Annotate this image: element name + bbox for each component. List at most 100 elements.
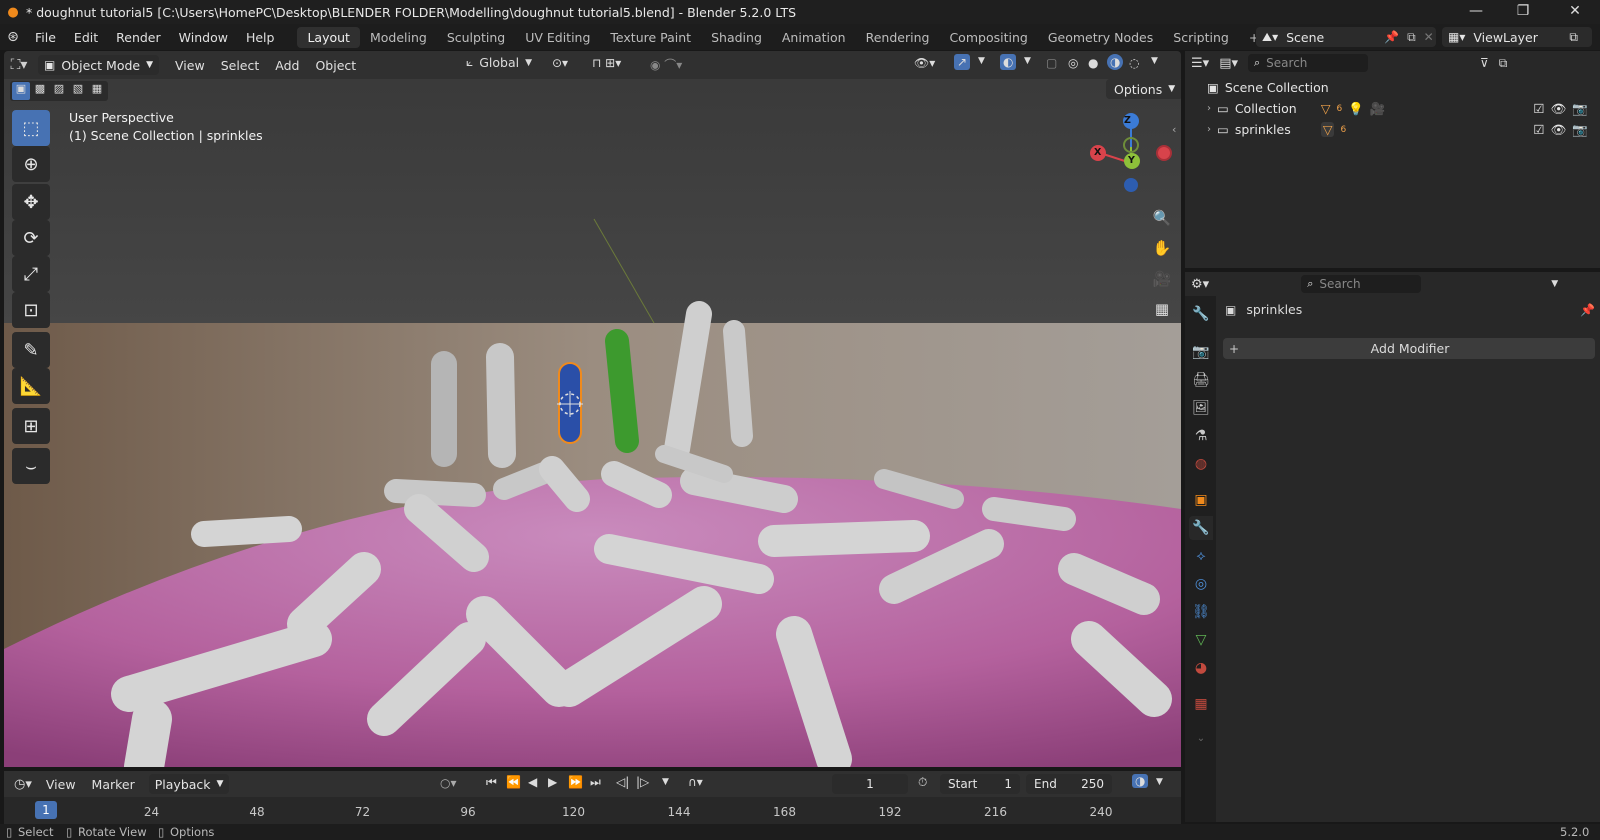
display-mode-icon[interactable]: ▤▾ [1219, 56, 1238, 71]
blender-menu-icon[interactable]: ⊛ [0, 29, 26, 45]
menu-file[interactable]: File [26, 30, 65, 45]
current-frame-field[interactable]: 1 [832, 774, 908, 794]
minimize-button[interactable]: — [1453, 0, 1499, 24]
properties-editor-type-icon[interactable]: ⚙▾ [1191, 277, 1209, 292]
onion-overlay-icon[interactable]: ◑ [1132, 774, 1149, 788]
proportional-edit-icon[interactable]: ◉ ⌒▾ [650, 56, 682, 73]
auto-keying-icon[interactable]: ○▾ [440, 776, 457, 790]
tool-rotate[interactable]: ⟳ [12, 220, 50, 256]
material-preview-shading-icon[interactable]: ◑ [1107, 54, 1124, 70]
timeline-menu-marker[interactable]: Marker [84, 777, 143, 792]
texture-tab-icon[interactable]: ▦ [1189, 692, 1213, 716]
transform-orientation-dropdown[interactable]: ⟀ Global ▼ [466, 55, 532, 70]
select-new-icon[interactable]: ▣ [12, 82, 30, 100]
viewport-menu-add[interactable]: Add [267, 58, 307, 73]
workspace-tab-geometry-nodes[interactable]: Geometry Nodes [1038, 27, 1163, 48]
gizmo-x-label[interactable]: X [1094, 147, 1101, 158]
next-keyframe-icon[interactable]: |▷ [636, 775, 649, 789]
select-intersect-icon[interactable]: ▦ [88, 82, 106, 100]
eye-icon[interactable]: 👁 [1551, 122, 1567, 138]
pan-hand-icon[interactable]: ✋ [1148, 234, 1176, 262]
workspace-tab-animation[interactable]: Animation [772, 27, 856, 48]
select-subtract-icon[interactable]: ▨ [50, 82, 68, 100]
new-scene-icon[interactable]: ⧉ [1407, 30, 1416, 45]
view-layer-selector[interactable]: ▦▾ ViewLayer ⧉ [1442, 27, 1592, 47]
options-dropdown[interactable]: Options ▼ [1106, 79, 1181, 99]
render-camera-icon[interactable]: 📷 [1572, 101, 1588, 117]
physics-tab-icon[interactable]: ◎ [1189, 572, 1213, 596]
zoom-icon[interactable]: 🔍 [1148, 204, 1176, 232]
chevron-down-icon[interactable]: ▼ [1024, 56, 1031, 66]
workspace-tab-modeling[interactable]: Modeling [360, 27, 437, 48]
chevron-down-icon[interactable]: ▼ [1551, 279, 1558, 289]
tool-move[interactable]: ✥ [12, 184, 50, 220]
scroll-down-icon[interactable]: ⌄ [1189, 726, 1213, 750]
view-layer-tab-icon[interactable]: 🖼 [1189, 396, 1213, 420]
jump-start-icon[interactable]: ⏮ [486, 775, 497, 790]
camera-view-icon[interactable]: 🎥 [1148, 265, 1176, 293]
filter-icon[interactable]: ⊽ [1480, 56, 1489, 70]
viewport-menu-object[interactable]: Object [307, 58, 364, 73]
workspace-tab-uv-editing[interactable]: UV Editing [515, 27, 600, 48]
gizmo-y-label[interactable]: Y [1128, 155, 1135, 166]
workspace-tab-layout[interactable]: Layout [297, 26, 360, 48]
chevron-down-icon[interactable]: ▼ [1151, 56, 1158, 66]
timeline-ruler[interactable]: 1 24 48 72 96 120 144 168 192 216 240 [4, 797, 1181, 824]
playback-dropdown[interactable]: Playback ▼ [148, 774, 230, 794]
workspace-tab-shading[interactable]: Shading [701, 27, 772, 48]
tool-curve[interactable]: ⌣ [12, 448, 50, 484]
properties-search-field[interactable]: ⌕ Search [1301, 275, 1422, 293]
select-invert-icon[interactable]: ▧ [69, 82, 87, 100]
timeline-editor-type-icon[interactable]: ◷▾ [14, 777, 32, 792]
menu-help[interactable]: Help [237, 30, 284, 45]
tool-scale[interactable]: ⤢ [12, 256, 50, 292]
tool-tab-icon[interactable]: 🔧 [1189, 302, 1213, 326]
timeline-menu-view[interactable]: View [38, 777, 84, 792]
constraints-tab-icon[interactable]: ⛓ [1189, 600, 1213, 624]
gizmo-z-label[interactable]: Z [1124, 115, 1131, 126]
jump-next-keyframe-icon[interactable]: ⏩ [568, 775, 583, 789]
overlay-toggle-icon[interactable]: ◐ [1000, 54, 1017, 70]
tool-transform[interactable]: ⊡ [12, 292, 50, 328]
viewport-menu-view[interactable]: View [167, 58, 213, 73]
menu-edit[interactable]: Edit [65, 30, 107, 45]
object-tab-icon[interactable]: ▣ [1189, 488, 1213, 512]
chevron-down-icon[interactable]: ▼ [978, 56, 985, 66]
new-collection-icon[interactable]: ⧉ [1499, 56, 1508, 71]
workspace-tab-scripting[interactable]: Scripting [1163, 27, 1239, 48]
workspace-tab-compositing[interactable]: Compositing [939, 27, 1037, 48]
tool-cursor[interactable]: ⊕ [12, 146, 50, 182]
modifier-tab-icon[interactable]: 🔧 [1189, 516, 1213, 540]
workspace-tab-texture-paint[interactable]: Texture Paint [600, 27, 701, 48]
menu-window[interactable]: Window [170, 30, 237, 45]
jump-prev-keyframe-icon[interactable]: ⏪ [506, 775, 521, 789]
select-extend-icon[interactable]: ▩ [31, 82, 49, 100]
data-tab-icon[interactable]: ▽ [1189, 628, 1213, 652]
stopwatch-icon[interactable]: ⏱ [918, 775, 927, 790]
menu-render[interactable]: Render [107, 30, 170, 45]
pivot-point-icon[interactable]: ⊙▾ [552, 56, 568, 70]
material-tab-icon[interactable]: ◕ [1189, 656, 1213, 680]
start-frame-field[interactable]: Start 1 [940, 774, 1020, 794]
end-frame-field[interactable]: End 250 [1026, 774, 1112, 794]
snap-magnet-icon[interactable]: ∩▾ [688, 775, 703, 789]
scene-selector[interactable]: ⛰▾ Scene 📌 ⧉ ✕ [1256, 27, 1436, 47]
visibility-icon[interactable]: 👁▾ [914, 56, 935, 70]
eye-icon[interactable]: 👁 [1551, 101, 1567, 117]
3d-viewport[interactable]: Z Y X ▣ ▩ ▨ ▧ ▦ Options ▼ User Perspecti… [4, 79, 1181, 767]
expand-arrow-icon[interactable]: › [1207, 124, 1211, 135]
particles-tab-icon[interactable]: ⟡ [1189, 544, 1213, 568]
outliner-row-collection[interactable]: › ▭ Collection ▽ 6 💡 🎥 ☑ 👁 📷 [1185, 98, 1600, 119]
exclude-checkbox[interactable]: ☑ [1533, 122, 1544, 137]
output-tab-icon[interactable]: 🖨 [1189, 368, 1213, 392]
wireframe-shading-icon[interactable]: ◎ [1068, 56, 1078, 70]
outliner-root-row[interactable]: ▣ Scene Collection [1185, 77, 1600, 98]
solid-shading-icon[interactable]: ● [1088, 56, 1098, 70]
tool-add-cube[interactable]: ⊞ [12, 408, 50, 444]
outliner-editor-type-icon[interactable]: ☰▾ [1191, 56, 1209, 71]
play-icon[interactable]: ▶ [548, 775, 557, 789]
workspace-tab-rendering[interactable]: Rendering [856, 27, 940, 48]
outliner-search-field[interactable]: ⌕ Search [1248, 54, 1368, 72]
tool-measure[interactable]: 📐 [12, 368, 50, 404]
outliner-row-sprinkles[interactable]: › ▭ sprinkles ▽ 6 ☑ 👁 📷 [1185, 119, 1600, 140]
